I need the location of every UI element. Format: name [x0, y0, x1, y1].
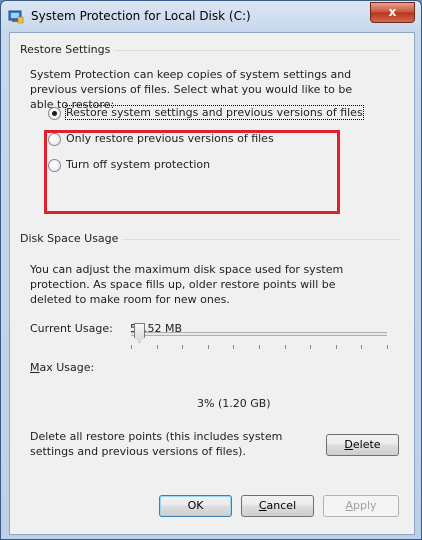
slider-tick	[361, 345, 362, 349]
slider-tick	[157, 345, 158, 349]
delete-button-label: Delete	[344, 438, 381, 451]
dialog-window: System Protection for Local Disk (C:) x …	[0, 0, 422, 540]
title-bar[interactable]: System Protection for Local Disk (C:) x	[1, 1, 421, 31]
delete-button[interactable]: Delete	[326, 434, 399, 456]
cancel-button[interactable]: Cancel	[241, 495, 314, 517]
restore-settings-divider	[109, 50, 401, 51]
max-usage-slider-track[interactable]	[131, 332, 387, 336]
radio-label: Only restore previous versions of files	[66, 132, 274, 145]
slider-tick	[285, 345, 286, 349]
ok-button[interactable]: OK	[159, 495, 232, 517]
disk-space-divider	[108, 239, 401, 240]
close-button[interactable]: x	[370, 2, 415, 23]
slider-tick	[131, 345, 132, 349]
slider-tick	[310, 345, 311, 349]
max-usage-label-text: Max Usage:	[30, 361, 95, 374]
disk-space-heading: Disk Space Usage	[20, 232, 123, 245]
radio-label: Turn off system protection	[66, 158, 211, 171]
radio-button[interactable]	[48, 133, 61, 146]
system-protection-icon	[8, 10, 24, 24]
radio-button-checked[interactable]	[48, 107, 61, 120]
slider-tick	[387, 345, 388, 349]
radio-button[interactable]	[48, 159, 61, 172]
window-title: System Protection for Local Disk (C:)	[31, 9, 251, 23]
apply-button[interactable]: Apply	[323, 495, 399, 517]
dialog-body: Restore Settings System Protection can k…	[9, 32, 415, 535]
slider-tick	[336, 345, 337, 349]
current-usage-label: Current Usage:	[30, 322, 113, 335]
disk-space-description: You can adjust the maximum disk space us…	[30, 263, 344, 306]
radio-label: Restore system settings and previous ver…	[65, 105, 364, 120]
max-usage-value: 3% (1.20 GB)	[197, 397, 271, 410]
max-usage-label: Max Usage:	[30, 360, 94, 375]
slider-tick	[182, 345, 183, 349]
restore-settings-heading: Restore Settings	[20, 43, 115, 56]
slider-tick	[259, 345, 260, 349]
delete-description: Delete all restore points (this includes…	[30, 430, 283, 458]
slider-tick	[233, 345, 234, 349]
slider-tick	[208, 345, 209, 349]
